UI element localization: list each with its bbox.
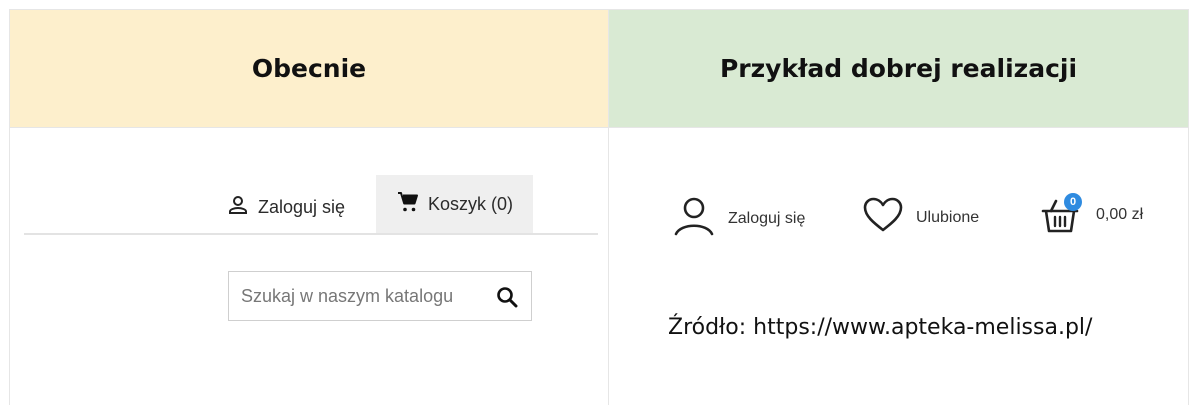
favorites-link[interactable]: Ulubione	[862, 196, 979, 239]
login-label: Zaloguj się	[258, 197, 346, 217]
header-divider	[10, 127, 1188, 128]
cart-button-good[interactable]: 0 0,00 zł	[1040, 193, 1144, 235]
favorites-label: Ulubione	[916, 208, 980, 226]
search-input[interactable]	[229, 284, 483, 308]
user-icon	[226, 193, 250, 222]
source-caption: Źródło: https://www.apteka-melissa.pl/	[668, 315, 1093, 340]
search-box	[228, 271, 532, 321]
heart-icon	[862, 196, 904, 239]
cart-button[interactable]: Koszyk (0)	[376, 175, 533, 233]
header-underline	[24, 233, 598, 235]
search-icon[interactable]	[495, 285, 519, 314]
cart-total: 0,00 zł	[1096, 206, 1144, 223]
user-icon	[672, 196, 716, 241]
login-link-good[interactable]: Zaloguj się	[672, 196, 805, 241]
cart-icon	[396, 190, 420, 219]
basket-icon: 0	[1040, 193, 1084, 235]
cart-label: Koszyk (0)	[427, 193, 514, 214]
cart-count-badge: 0	[1064, 193, 1082, 211]
login-link[interactable]: Zaloguj się	[226, 193, 345, 222]
header-good-example: Przykład dobrej realizacji	[609, 10, 1188, 127]
header-current: Obecnie	[10, 10, 608, 127]
login-label: Zaloguj się	[728, 209, 806, 227]
